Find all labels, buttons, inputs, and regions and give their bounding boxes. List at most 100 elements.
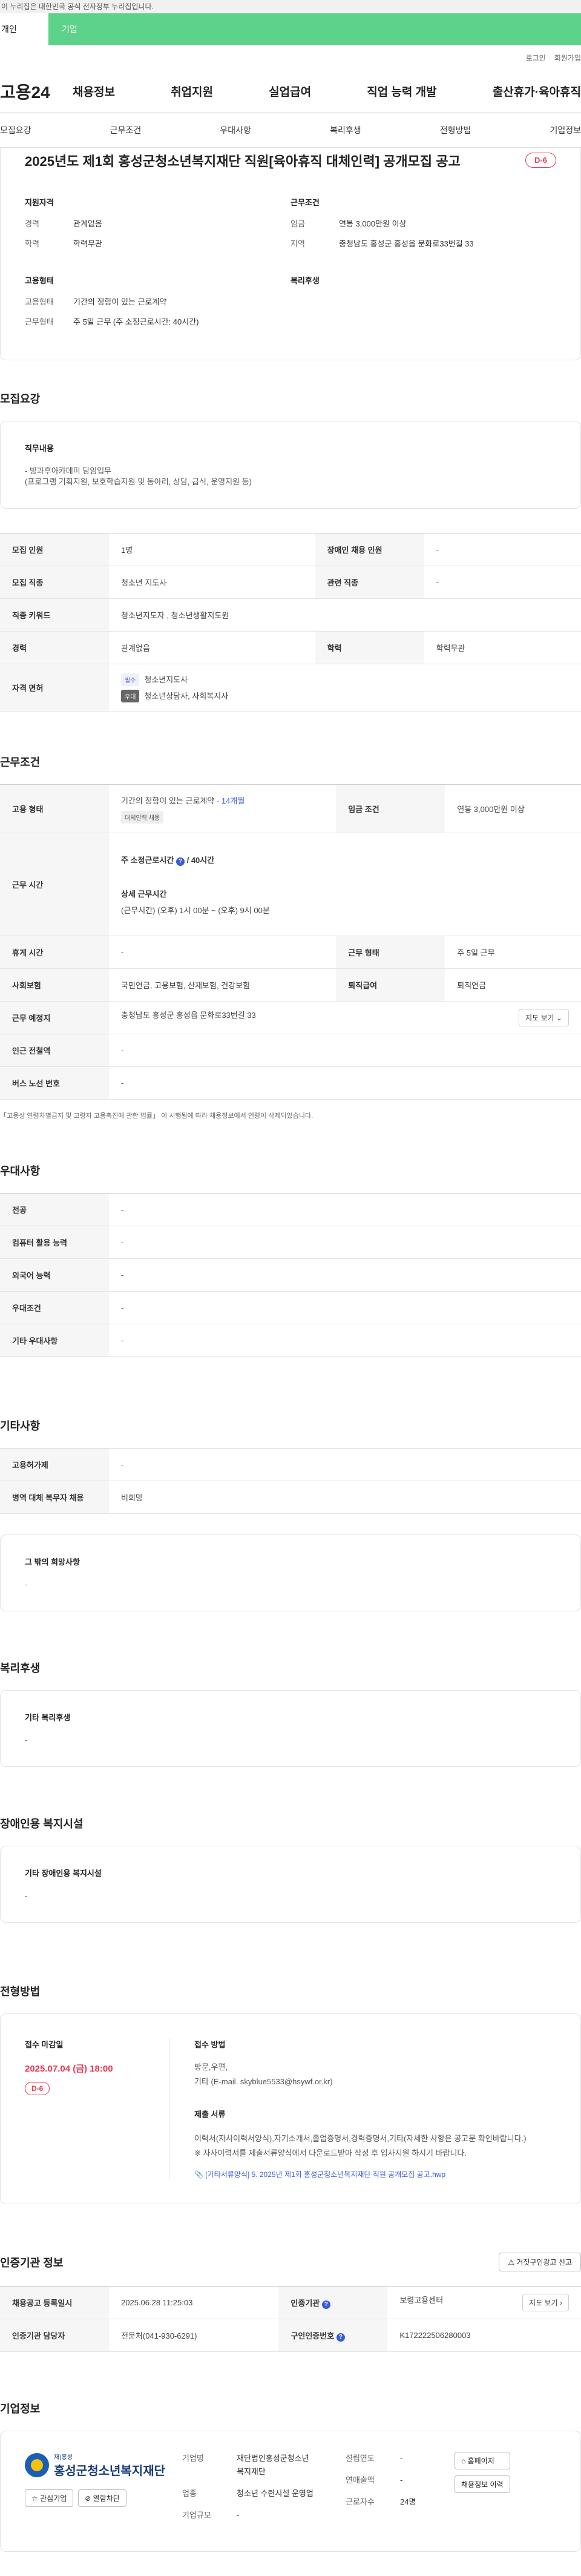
- pref-section-title: 우대사항: [0, 1165, 41, 1177]
- recruit-section-title: 모집요강: [0, 393, 41, 405]
- logo-name-text: 홍성군청소년복지재단: [54, 2465, 165, 2478]
- co-name-value: 재단법인홍성군청소년복지재단: [237, 2454, 309, 2476]
- tab-company[interactable]: 기업: [48, 13, 581, 45]
- login-link[interactable]: 로그인: [526, 53, 546, 63]
- method-heading: 접수 방법: [194, 2040, 226, 2049]
- duty-line-2: (프로그램 기획지원, 보호학습지원 및 동아리, 상담, 급식, 운영지원 등…: [25, 477, 252, 486]
- help-icon[interactable]: ?: [336, 2333, 345, 2342]
- docs-line-2: ※ 자사이력서를 제출서류양식에서 다운로드받아 작성 후 입사지원 하시기 바…: [194, 2148, 467, 2158]
- chevron-right-icon: ›: [560, 2299, 562, 2307]
- pref-computer-label: 컴퓨터 활용 능력: [0, 1226, 109, 1259]
- report-button-label: 거짓구인광고 신고: [516, 2258, 572, 2267]
- welfare-heading: 복리후생: [290, 276, 320, 285]
- subnav-company[interactable]: 기업정보: [550, 124, 581, 136]
- site-logo[interactable]: 고용24: [0, 79, 73, 104]
- company-section-title: 기업정보: [0, 2403, 41, 2415]
- process-box: 접수 마감일 2025.07.04 (금) 18:00 D-6 접수 방법 방문…: [0, 2013, 581, 2204]
- subnav-recruit[interactable]: 모집요강: [0, 124, 31, 136]
- workplace-label: 근무 예정지: [0, 1001, 109, 1034]
- emp-type-label-2: 고용 형태: [0, 784, 109, 833]
- job-history-button[interactable]: 채용정보 이력: [455, 2475, 510, 2493]
- favorite-button[interactable]: ☆ 관심기업: [25, 2489, 74, 2507]
- job-summary-card: 2025년도 제1회 홍성군청소년복지재단 직원[육아휴직 대체인력] 공개모집…: [0, 148, 581, 360]
- hours-detail-value: (근무시간) (오후) 1시 00분 ~ (오후) 9시 00분: [121, 905, 270, 915]
- deadline-dday: D-6: [25, 2082, 50, 2095]
- subnav-process[interactable]: 전형방법: [440, 124, 471, 136]
- welfare-section-title: 복리후생: [0, 1662, 41, 1674]
- attachment-link[interactable]: 📎 [기타서류양식] 5. 2025년 제1회 홍성군청소년복지재단 직원 공개…: [194, 2169, 556, 2179]
- subnav-condition[interactable]: 근무조건: [110, 124, 142, 136]
- cert-org-value: 보령고용센터 지도 보기 ›: [387, 2286, 581, 2319]
- co-emp-value: 24명: [400, 2497, 416, 2506]
- workplace-address: 충청남도 홍성군 홍성읍 문화로33번길 33: [121, 1011, 256, 1020]
- cert-no-label: 구인인증번호 ?: [278, 2319, 388, 2352]
- cert-map-label: 지도 보기: [529, 2299, 558, 2307]
- gnb-employment-support[interactable]: 취업지원: [171, 83, 213, 99]
- job-history-label: 채용정보 이력: [461, 2480, 504, 2489]
- workplace-value: 충청남도 홍성군 홍성읍 문화로33번길 33 지도 보기 ⌄: [109, 1001, 581, 1034]
- work-wage-value: 연봉 3,000만원 이상: [339, 219, 407, 228]
- welfare-box-value: -: [25, 1735, 28, 1745]
- edu-label: 학력: [315, 631, 424, 664]
- retirement-value: 퇴직연금: [445, 968, 581, 1002]
- subnav-preference[interactable]: 우대사항: [220, 124, 251, 136]
- method-line-2: 기타 (E-mail. skyblue5533@hsywf.or.kr): [194, 2077, 333, 2086]
- emp-form-label: 근무형태: [25, 317, 54, 326]
- join-link[interactable]: 회원가입: [554, 53, 581, 63]
- co-est-value: -: [400, 2454, 403, 2463]
- homepage-button[interactable]: ⌂ 홈페이지: [455, 2452, 510, 2469]
- wage-value: 연봉 3,000만원 이상: [445, 784, 581, 833]
- attachment-name: [기타서류양식] 5. 2025년 제1회 홍성군청소년복지재단 직원 공개모집…: [205, 2170, 446, 2179]
- docs-heading: 제출 서류: [194, 2110, 226, 2119]
- gnb-menu: 채용정보 취업지원 실업급여 직업 능력 개발 출산휴가·육아휴직: [73, 83, 581, 99]
- duty-box: 직무내용 - 방과후아카데미 담임업무 (프로그램 기획지원, 보호학습지원 및…: [0, 421, 581, 509]
- pref-table: 전공 - 컴퓨터 활용 능력 - 외국어 능력 - 우대조건 - 기타 우대사항 -: [0, 1193, 581, 1357]
- count-label: 모집 인원: [0, 533, 109, 566]
- recruit-table: 모집 인원 1명 장애인 채용 인원 - 모집 직종 청소년 지도사 관련 직종…: [0, 533, 581, 712]
- emp-months: 14개월: [221, 796, 245, 805]
- disability-box-heading: 기타 장애인용 복지시설: [25, 1869, 102, 1878]
- subway-value: -: [109, 1034, 581, 1067]
- deadline-heading: 접수 마감일: [25, 2040, 64, 2049]
- keyword-label: 직종 키워드: [0, 598, 109, 632]
- report-button[interactable]: ⚠ 거짓구인광고 신고: [499, 2253, 581, 2271]
- work-wage-label: 임금: [290, 219, 305, 228]
- disability-section-title: 장애인용 복지시설: [0, 1818, 84, 1830]
- required-tag: 필수: [121, 673, 140, 686]
- gnb-unemployment[interactable]: 실업급여: [269, 83, 311, 99]
- logo-emblem-icon: [25, 2453, 49, 2477]
- tab-personal[interactable]: 개인: [0, 13, 48, 45]
- manager-value: 전문처(041-930-6291): [109, 2319, 279, 2352]
- cert-map-button[interactable]: 지도 보기 ›: [522, 2294, 569, 2311]
- gnb-training[interactable]: 직업 능력 개발: [367, 83, 436, 99]
- job-value: 청소년 지도사: [109, 566, 315, 599]
- gnb-jobs[interactable]: 채용정보: [73, 83, 115, 99]
- gov-banner: 이 누리집은 대한민국 공식 전자정부 누리집입니다.: [0, 0, 581, 13]
- map-button[interactable]: 지도 보기 ⌄: [519, 1009, 569, 1026]
- logo-sub-text: 재)홍성: [54, 2454, 73, 2461]
- favorite-label: 관심기업: [40, 2494, 67, 2503]
- insurance-value: 국민연금, 고용보험, 산재보험, 건강보험: [109, 968, 336, 1002]
- cert-org-name: 보령고용센터: [399, 2296, 444, 2305]
- work-permit-value: -: [109, 1448, 581, 1481]
- block-button[interactable]: ⊘ 열람차단: [78, 2489, 126, 2507]
- hours-value: 주 소정근로시간 ? / 40시간 상세 근무시간 (근무시간) (오후) 1시…: [109, 833, 581, 936]
- subnav-welfare[interactable]: 복리후생: [330, 124, 361, 136]
- work-form-value: 주 5일 근무: [445, 936, 581, 969]
- pref-major-value: -: [109, 1193, 581, 1226]
- help-icon[interactable]: ?: [321, 2300, 330, 2309]
- file-icon: 📎: [194, 2170, 203, 2179]
- cert-no-label-text: 구인인증번호: [290, 2331, 335, 2340]
- co-size-label: 기업규모: [182, 2511, 211, 2520]
- disability-box-value: -: [25, 1891, 28, 1900]
- rest-value: -: [109, 936, 336, 969]
- substitute-tag: 대체인력 채용: [121, 810, 163, 824]
- warning-icon: ⚠: [508, 2258, 514, 2267]
- job-label: 모집 직종: [0, 566, 109, 599]
- qual-career-label: 경력: [25, 219, 39, 228]
- military-value: 비희망: [109, 1481, 581, 1514]
- pref-language-label: 외국어 능력: [0, 1258, 109, 1292]
- help-icon[interactable]: ?: [176, 857, 185, 866]
- gnb-leave[interactable]: 출산휴가·육아휴직: [493, 83, 581, 99]
- cert-org-label: 인증기관 ?: [278, 2286, 388, 2319]
